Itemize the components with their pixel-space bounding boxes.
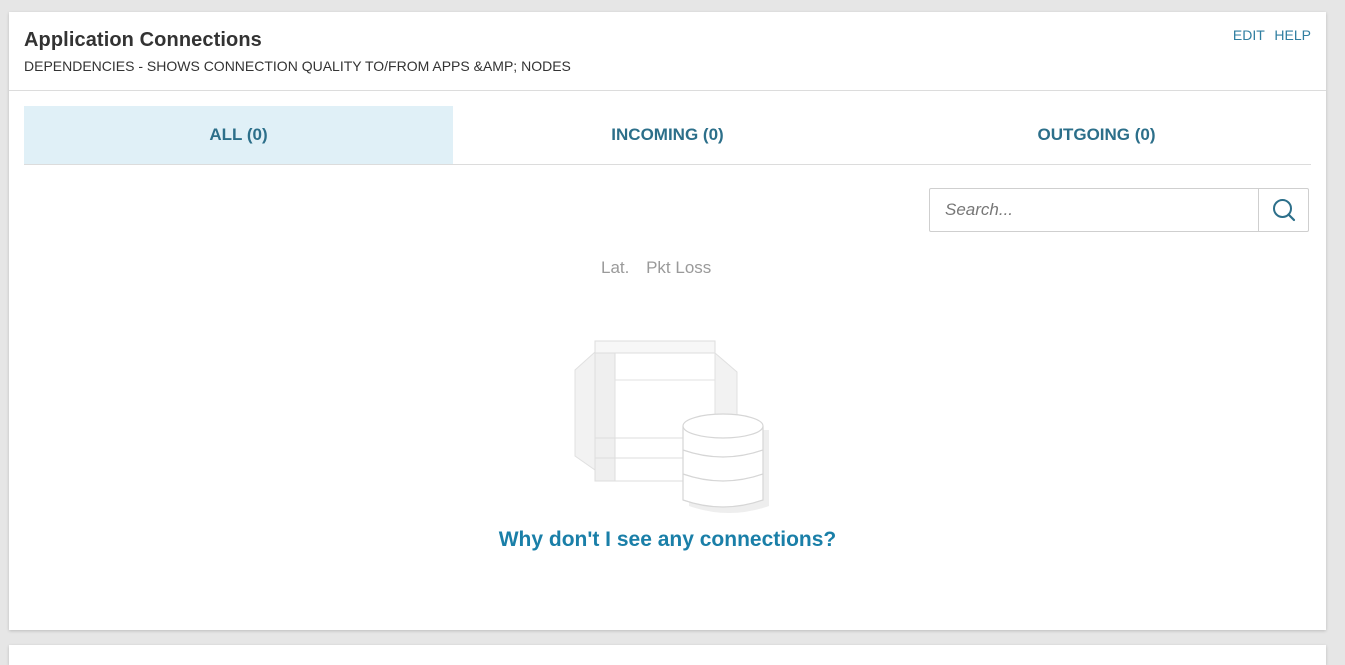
search-icon bbox=[1272, 199, 1295, 222]
server-database-icon bbox=[571, 338, 771, 523]
edit-link[interactable]: EDIT bbox=[1233, 27, 1265, 43]
latency-column-header: Lat. bbox=[601, 258, 630, 277]
tab-all[interactable]: ALL (0) bbox=[24, 106, 453, 164]
page-subtitle: DEPENDENCIES - SHOWS CONNECTION QUALITY … bbox=[24, 58, 571, 74]
search-input[interactable] bbox=[930, 189, 1258, 231]
column-headers: Lat. Pkt Loss bbox=[601, 258, 723, 278]
tab-incoming[interactable]: INCOMING (0) bbox=[453, 106, 882, 164]
application-connections-panel: Application Connections DEPENDENCIES - S… bbox=[9, 12, 1326, 630]
why-no-connections-link[interactable]: Why don't I see any connections? bbox=[9, 528, 1326, 552]
header-links: EDIT HELP bbox=[1227, 27, 1311, 43]
search-box bbox=[929, 188, 1309, 232]
search-button[interactable] bbox=[1258, 189, 1308, 231]
help-link[interactable]: HELP bbox=[1274, 27, 1311, 43]
panel-header: Application Connections DEPENDENCIES - S… bbox=[9, 12, 1326, 91]
connection-tabs: ALL (0) INCOMING (0) OUTGOING (0) bbox=[24, 106, 1311, 165]
packet-loss-column-header: Pkt Loss bbox=[646, 258, 712, 277]
tab-outgoing[interactable]: OUTGOING (0) bbox=[882, 106, 1311, 164]
next-panel bbox=[9, 645, 1326, 665]
page-title: Application Connections bbox=[24, 29, 262, 51]
